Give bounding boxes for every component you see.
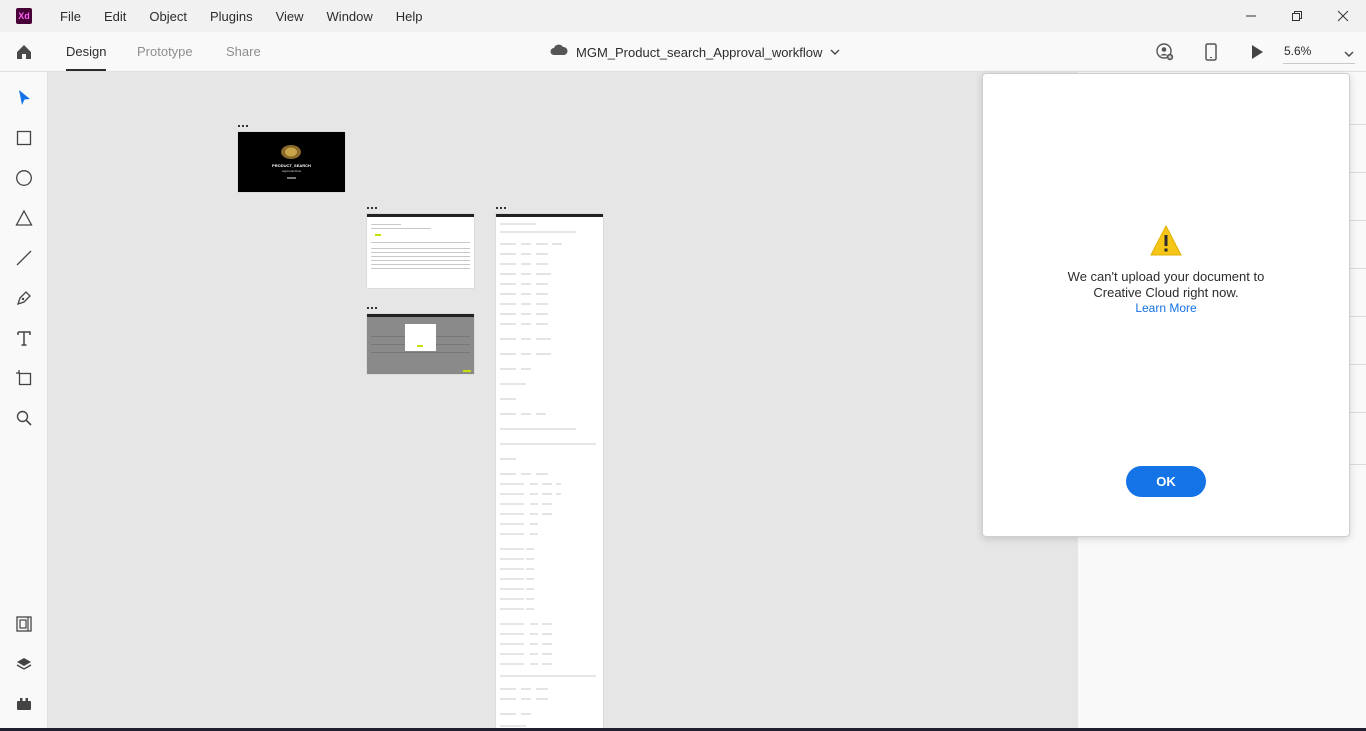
placeholder-line	[371, 228, 431, 229]
text-icon[interactable]	[14, 328, 34, 348]
panel-divider	[1350, 364, 1366, 365]
active-tab-indicator	[66, 69, 106, 71]
zoom-level[interactable]: 5.6%	[1284, 44, 1311, 58]
panel-divider	[1350, 412, 1366, 413]
placeholder-button	[417, 345, 423, 347]
pen-icon[interactable]	[14, 288, 34, 308]
ellipse-icon[interactable]	[14, 168, 34, 188]
panel-divider	[1350, 268, 1366, 269]
top-toolbar: Design Prototype Share MGM_Product_searc…	[0, 32, 1366, 72]
artboard-label[interactable]	[496, 207, 506, 209]
app-logo: Xd	[16, 8, 32, 24]
menu-view[interactable]: View	[276, 9, 304, 24]
zoom-icon[interactable]	[14, 408, 34, 428]
menu-bar: Xd File Edit Object Plugins View Window …	[0, 0, 1366, 32]
placeholder-line	[371, 264, 470, 265]
select-icon[interactable]	[14, 88, 34, 108]
ok-button[interactable]: OK	[1126, 466, 1206, 497]
menu-window[interactable]: Window	[327, 9, 373, 24]
learn-more-link[interactable]: Learn More	[983, 301, 1349, 315]
upload-error-dialog: We can't upload your document to Creativ…	[982, 73, 1350, 537]
splash-subtitle: Approval Flow	[281, 169, 301, 173]
chevron-down-icon	[830, 43, 840, 61]
panel-divider	[1350, 124, 1366, 125]
document-title-dropdown[interactable]: MGM_Product_search_Approval_workflow	[550, 43, 840, 61]
assets-icon[interactable]	[14, 614, 34, 634]
artboard-header	[367, 214, 474, 217]
menu-help[interactable]: Help	[396, 9, 423, 24]
placeholder-line	[371, 248, 470, 249]
line-icon[interactable]	[14, 248, 34, 268]
menu-object[interactable]: Object	[149, 9, 187, 24]
artboard-header	[367, 314, 474, 317]
tab-share[interactable]: Share	[226, 44, 261, 59]
home-icon[interactable]	[14, 42, 34, 62]
placeholder-line	[371, 242, 470, 243]
menu-items: File Edit Object Plugins View Window Hel…	[60, 9, 446, 24]
artboard-detail[interactable]	[496, 214, 603, 728]
tab-design[interactable]: Design	[66, 44, 106, 59]
mgm-lion-logo	[281, 145, 301, 159]
placeholder-line	[371, 268, 470, 269]
tools-panel	[0, 72, 48, 728]
zoom-chevron-icon[interactable]	[1344, 45, 1354, 63]
artboard-search[interactable]	[367, 214, 474, 288]
dialog-message-line2: Creative Cloud right now.	[1093, 285, 1239, 300]
placeholder-line	[371, 224, 401, 225]
device-preview-icon[interactable]	[1201, 42, 1221, 62]
close-icon[interactable]	[1320, 0, 1366, 32]
cloud-icon	[550, 43, 568, 61]
restore-icon[interactable]	[1274, 0, 1320, 32]
plugins-icon[interactable]	[14, 694, 34, 714]
layers-icon[interactable]	[14, 654, 34, 674]
menu-plugins[interactable]: Plugins	[210, 9, 253, 24]
minimize-icon[interactable]	[1228, 0, 1274, 32]
panel-divider	[1350, 316, 1366, 317]
play-icon[interactable]	[1247, 42, 1267, 62]
placeholder-button	[375, 234, 381, 236]
window-controls	[1228, 0, 1366, 32]
placeholder-line	[371, 352, 470, 353]
menu-file[interactable]: File	[60, 9, 81, 24]
placeholder-line	[371, 256, 470, 257]
splash-button	[287, 177, 296, 179]
dialog-message-line1: We can't upload your document to	[1067, 269, 1265, 284]
polygon-icon[interactable]	[14, 208, 34, 228]
document-title: MGM_Product_search_Approval_workflow	[576, 44, 823, 60]
invite-user-icon[interactable]	[1155, 42, 1175, 62]
artboard-label[interactable]	[238, 125, 248, 127]
placeholder-line	[371, 252, 470, 253]
placeholder-button	[463, 370, 471, 372]
artboard-approval-modal[interactable]	[367, 314, 474, 374]
rectangle-icon[interactable]	[14, 128, 34, 148]
artboard-label[interactable]	[367, 307, 377, 309]
artboard-splash[interactable]: PRODUCT_SEARCH Approval Flow	[238, 132, 345, 192]
tab-prototype[interactable]: Prototype	[137, 44, 193, 59]
detail-content-preview	[500, 223, 596, 727]
artboard-icon[interactable]	[14, 368, 34, 388]
design-canvas[interactable]: PRODUCT_SEARCH Approval Flow	[48, 72, 1078, 728]
zoom-underline	[1283, 63, 1355, 64]
artboard-label[interactable]	[367, 207, 377, 209]
warning-icon	[1149, 224, 1183, 258]
splash-title: PRODUCT_SEARCH	[272, 163, 311, 168]
panel-divider	[1350, 172, 1366, 173]
menu-edit[interactable]: Edit	[104, 9, 126, 24]
placeholder-line	[371, 260, 470, 261]
panel-divider	[1350, 220, 1366, 221]
